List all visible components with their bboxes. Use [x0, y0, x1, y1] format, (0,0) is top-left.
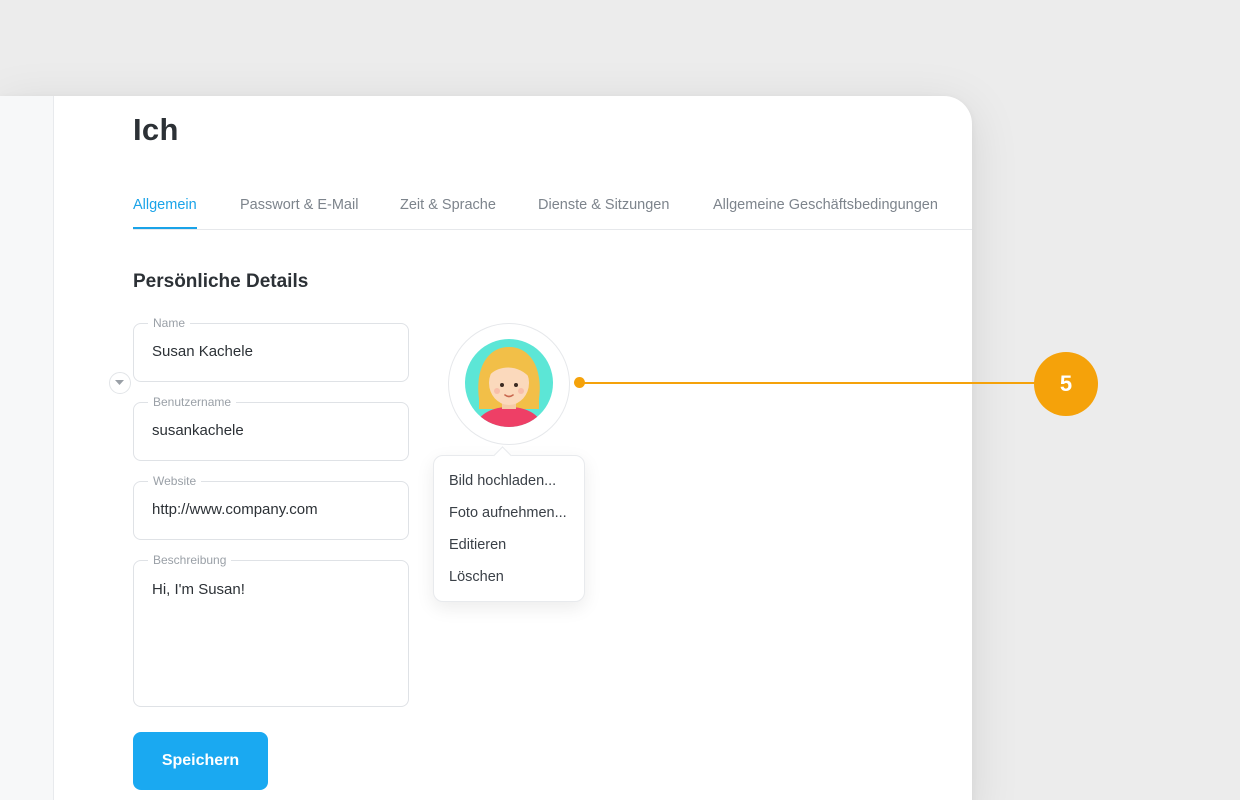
- menu-item-take-photo[interactable]: Foto aufnehmen...: [449, 505, 567, 521]
- tab-bar: Allgemein Passwort & E-Mail Zeit & Sprac…: [133, 196, 972, 230]
- description-field: Beschreibung Hi, I'm Susan!: [133, 553, 409, 707]
- menu-item-delete[interactable]: Löschen: [449, 569, 504, 585]
- description-field-label: Beschreibung: [148, 553, 232, 567]
- name-field: Name: [133, 316, 409, 382]
- name-input[interactable]: [152, 343, 392, 360]
- save-button[interactable]: Speichern: [133, 732, 268, 790]
- username-field-label: Benutzername: [148, 395, 237, 409]
- username-field: Benutzername: [133, 395, 409, 461]
- avatar[interactable]: [448, 323, 570, 445]
- tab-zeit-sprache[interactable]: Zeit & Sprache: [400, 196, 496, 228]
- user-avatar-illustration: [465, 339, 553, 427]
- tab-dienste-sitzungen[interactable]: Dienste & Sitzungen: [538, 196, 669, 228]
- menu-item-edit[interactable]: Editieren: [449, 537, 506, 553]
- callout-badge: 5: [1034, 352, 1098, 416]
- stage: Ich Allgemein Passwort & E-Mail Zeit & S…: [0, 0, 1240, 800]
- menu-item-upload-image[interactable]: Bild hochladen...: [449, 473, 556, 489]
- website-field-label: Website: [148, 474, 202, 488]
- name-field-label: Name: [148, 316, 191, 330]
- avatar-dropdown-menu: Bild hochladen... Foto aufnehmen... Edit…: [433, 446, 585, 602]
- sidebar: [0, 96, 54, 800]
- tab-passwort-email[interactable]: Passwort & E-Mail: [240, 196, 358, 228]
- avatar-menu-toggle[interactable]: [109, 372, 131, 394]
- website-input[interactable]: [152, 501, 392, 518]
- tab-agb[interactable]: Allgemeine Geschäftsbedingungen: [713, 196, 938, 228]
- username-input[interactable]: [152, 422, 392, 439]
- callout-line: [581, 382, 1036, 384]
- callout-dot: [574, 377, 585, 388]
- menu-caret: [493, 446, 512, 465]
- page-title: Ich: [133, 112, 179, 147]
- chevron-down-icon: [115, 380, 124, 385]
- section-title: Persönliche Details: [133, 271, 309, 292]
- app-window: Ich Allgemein Passwort & E-Mail Zeit & S…: [0, 96, 972, 800]
- description-textarea[interactable]: Hi, I'm Susan!: [152, 581, 392, 691]
- website-field: Website: [133, 474, 409, 540]
- tab-allgemein[interactable]: Allgemein: [133, 196, 197, 229]
